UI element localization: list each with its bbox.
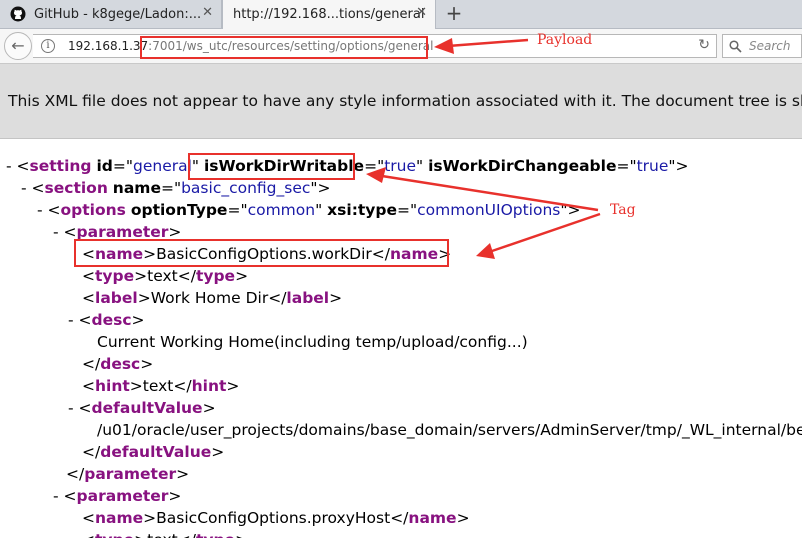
xml-tag: name xyxy=(408,509,457,527)
xml-tag: hint xyxy=(191,377,227,395)
xml-name-line: <name>BasicConfigOptions.proxyHost</name… xyxy=(82,509,470,527)
xml-attr-name: id xyxy=(96,157,113,175)
xml-tag: defaultValue xyxy=(91,399,203,417)
tab-current[interactable]: http://192.168...tions/general ✕ xyxy=(222,0,436,29)
tag-annotation-label: Tag xyxy=(610,202,636,218)
xml-attr-name: isWorkDirChangeable xyxy=(428,157,617,175)
back-button[interactable]: ← xyxy=(4,32,32,60)
xml-label-line: <label>Work Home Dir</label> xyxy=(82,289,343,307)
tab-github[interactable]: GitHub - k8gege/Ladon:... ✕ xyxy=(0,0,222,28)
tab-label: GitHub - k8gege/Ladon:... xyxy=(34,6,202,22)
search-icon xyxy=(729,40,742,53)
new-tab-button[interactable]: + xyxy=(444,1,464,25)
xml-type-line: <type>text</type> xyxy=(82,529,248,538)
close-tab-icon[interactable]: ✕ xyxy=(416,5,427,20)
collapse-toggle[interactable]: - xyxy=(53,223,59,241)
xml-attr-value: true xyxy=(636,157,669,175)
reload-icon[interactable]: ↻ xyxy=(698,37,710,53)
xml-desc-open-line: - <desc> xyxy=(68,311,145,329)
search-placeholder: Search xyxy=(749,39,791,53)
xml-desc-text-line: Current Working Home(including temp/uplo… xyxy=(97,331,528,353)
xml-attr-value: general xyxy=(133,157,192,175)
xml-attr-name: name xyxy=(112,179,161,197)
collapse-toggle[interactable]: - xyxy=(6,157,12,175)
search-box[interactable]: Search xyxy=(722,34,802,58)
xml-text: /u01/oracle/user_projects/domains/base_d… xyxy=(97,421,802,439)
xml-attr-name: xsi:type xyxy=(327,201,398,219)
xml-options-line: - <options optionType="common" xsi:type=… xyxy=(37,201,581,219)
back-arrow-icon: ← xyxy=(11,36,25,55)
xml-info-banner: This XML file does not appear to have an… xyxy=(0,64,802,139)
xml-default-close-line: </defaultValue> xyxy=(82,443,225,461)
xml-attr-value: basic_config_sec xyxy=(181,179,311,197)
xml-tag: setting xyxy=(29,157,92,175)
xml-tag: parameter xyxy=(84,465,177,483)
xml-attr-value: true xyxy=(384,157,417,175)
url-host: 192.168.1.37 xyxy=(68,39,149,53)
tab-label: http://192.168...tions/general xyxy=(233,7,425,22)
xml-attr-name: optionType xyxy=(130,201,228,219)
xml-tag: type xyxy=(95,531,134,538)
banner-message: This XML file does not appear to have an… xyxy=(8,92,802,110)
xml-text: text xyxy=(142,377,174,395)
xml-parameter-close-line: </parameter> xyxy=(66,465,190,483)
xml-default-text-line: /u01/oracle/user_projects/domains/base_d… xyxy=(97,419,802,441)
xml-tag: name xyxy=(95,509,144,527)
payload-highlight-box xyxy=(140,36,428,59)
xml-attr-value: commonUIOptions xyxy=(417,201,561,219)
xml-text: BasicConfigOptions.proxyHost xyxy=(156,509,391,527)
close-tab-icon[interactable]: ✕ xyxy=(202,5,213,20)
xml-section-line: - <section name="basic_config_sec"> xyxy=(21,179,331,197)
payload-annotation-label: Payload xyxy=(537,32,593,48)
xml-text: text xyxy=(147,531,178,538)
collapse-toggle[interactable]: - xyxy=(21,179,27,197)
xml-text: text xyxy=(147,267,178,285)
xml-tag: hint xyxy=(95,377,130,395)
xml-default-open-line: - <defaultValue> xyxy=(68,399,216,417)
collapse-toggle[interactable]: - xyxy=(68,399,74,417)
xml-attr-value: common xyxy=(247,201,316,219)
xml-tag: desc xyxy=(100,355,141,373)
xml-parameter-line: - <parameter> xyxy=(53,487,182,505)
xml-tag: label xyxy=(95,289,138,307)
xml-tag: options xyxy=(60,201,126,219)
collapse-toggle[interactable]: - xyxy=(37,201,43,219)
xml-tag: type xyxy=(195,267,236,285)
xml-tag: label xyxy=(286,289,330,307)
xml-tag: desc xyxy=(91,311,132,329)
xml-tag: type xyxy=(95,267,135,285)
tag-highlight-box xyxy=(74,239,449,267)
collapse-toggle[interactable]: - xyxy=(68,311,74,329)
xml-desc-close-line: </desc> xyxy=(82,355,154,373)
xml-tag: type xyxy=(196,531,235,538)
tab-strip: GitHub - k8gege/Ladon:... ✕ http://192.1… xyxy=(0,0,802,29)
collapse-toggle[interactable]: - xyxy=(53,487,59,505)
xml-hint-line: <hint>text</hint> xyxy=(82,377,240,395)
xml-tag: parameter xyxy=(76,487,169,505)
attribute-highlight-box xyxy=(188,153,355,180)
xml-tag: section xyxy=(44,179,108,197)
xml-text: Current Working Home(including temp/uplo… xyxy=(97,333,528,351)
info-icon[interactable]: i xyxy=(41,39,55,53)
github-icon xyxy=(10,6,26,22)
xml-text: Work Home Dir xyxy=(150,289,269,307)
xml-type-line: <type>text</type> xyxy=(82,267,249,285)
xml-tree: - <setting id="general" isWorkDirWritabl… xyxy=(0,139,802,538)
xml-tag: defaultValue xyxy=(100,443,212,461)
